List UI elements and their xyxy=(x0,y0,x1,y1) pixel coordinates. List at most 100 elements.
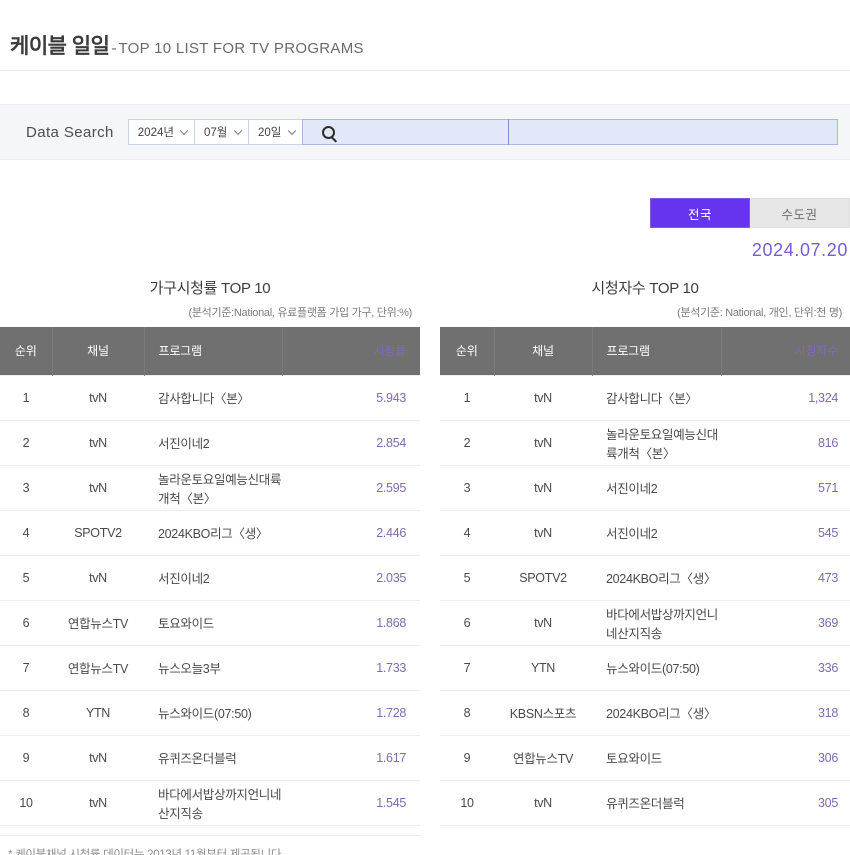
year-select-value: 2024년 xyxy=(137,127,174,139)
table-row[interactable]: 2 tvN 서진이네2 2.854 xyxy=(0,420,420,466)
table-row[interactable]: 1 tvN 감사합니다〈본〉 5.943 xyxy=(0,374,420,421)
table-row[interactable]: 6 연합뉴스TV 토요와이드 1.868 xyxy=(0,600,420,646)
cell-value: 1.733 xyxy=(282,645,420,691)
table-row[interactable]: 4 tvN 서진이네2 545 xyxy=(440,510,850,556)
column-header-value: 시청자수 xyxy=(721,327,850,375)
tab-metropolitan-label: 수도권 xyxy=(781,207,818,222)
cell-value: 816 xyxy=(721,420,850,466)
cell-channel: tvN xyxy=(52,555,144,601)
cell-value: 1.617 xyxy=(282,735,420,781)
data-search-panel: Data Search 2024년 07월 20일 xyxy=(0,104,850,160)
table-row[interactable]: 10 tvN 바다에서밥상까지언니네산지직송 1.545 xyxy=(0,780,420,826)
cell-program: 2024KBO리그〈생〉 xyxy=(592,690,721,736)
table-row[interactable]: 5 SPOTV2 2024KBO리그〈생〉 473 xyxy=(440,555,850,601)
cell-channel: tvN xyxy=(52,374,144,421)
tab-metropolitan[interactable]: 수도권 xyxy=(750,198,850,228)
cell-channel: 연합뉴스TV xyxy=(52,600,144,646)
cell-channel: KBSN스포츠 xyxy=(494,690,592,736)
cell-program: 뉴스오늘3부 xyxy=(144,645,282,691)
table-row[interactable]: 7 연합뉴스TV 뉴스오늘3부 1.733 xyxy=(0,645,420,691)
search-controls: 2024년 07월 20일 xyxy=(127,119,838,145)
table-header-row: 순위 채널 프로그램 시청률 xyxy=(0,327,420,375)
table-row[interactable]: 1 tvN 감사합니다〈본〉 1,324 xyxy=(440,374,850,421)
search-button[interactable] xyxy=(303,125,355,139)
cell-value: 336 xyxy=(721,645,850,691)
table-row[interactable]: 8 YTN 뉴스와이드(07:50) 1.728 xyxy=(0,690,420,736)
ranking-tables: 가구시청률 TOP 10 (분석기준:National, 유료플랫폼 가입 가구… xyxy=(0,277,850,855)
cell-rank: 2 xyxy=(0,420,52,466)
cell-channel: SPOTV2 xyxy=(52,510,144,556)
table-row[interactable]: 9 tvN 유퀴즈온더블럭 1.617 xyxy=(0,735,420,781)
month-select[interactable]: 07월 xyxy=(193,119,248,145)
cell-program: 2024KBO리그〈생〉 xyxy=(144,510,282,556)
cell-value: 1.728 xyxy=(282,690,420,736)
table-header-row: 순위 채널 프로그램 시청자수 xyxy=(440,327,850,375)
cell-program: 뉴스와이드(07:50) xyxy=(592,645,721,691)
selected-date: 2024.07.20 xyxy=(751,240,848,260)
table-row[interactable]: 8 KBSN스포츠 2024KBO리그〈생〉 318 xyxy=(440,690,850,736)
cell-value: 1.545 xyxy=(282,780,420,826)
cell-channel: YTN xyxy=(52,690,144,736)
footnote: * 케이블채널 시청률 데이터는 2013년 11월부터 제공됩니다. xyxy=(0,834,420,855)
search-field[interactable] xyxy=(301,119,838,145)
table-row[interactable]: 3 tvN 서진이네2 571 xyxy=(440,465,850,511)
cell-program: 2024KBO리그〈생〉 xyxy=(592,555,721,601)
cell-program: 토요와이드 xyxy=(144,600,282,646)
column-header-program: 프로그램 xyxy=(144,327,283,375)
region-tabs: 전국 수도권 xyxy=(0,198,850,228)
month-select-value: 07월 xyxy=(203,127,228,139)
cell-rank: 8 xyxy=(0,690,52,736)
cell-channel: tvN xyxy=(494,510,592,556)
household-rating-title: 가구시청률 TOP 10 xyxy=(149,280,271,297)
cell-channel: tvN xyxy=(52,465,144,511)
table-row[interactable]: 7 YTN 뉴스와이드(07:50) 336 xyxy=(440,645,850,691)
cell-program: 놀라운토요일예능신대륙개척〈본〉 xyxy=(592,420,721,466)
table-row[interactable]: 2 tvN 놀라운토요일예능신대륙개척〈본〉 816 xyxy=(440,420,850,466)
table-row[interactable]: 6 tvN 바다에서밥상까지언니네산지직송 369 xyxy=(440,600,850,646)
viewers-title: 시청자수 TOP 10 xyxy=(591,280,699,297)
table-row[interactable]: 5 tvN 서진이네2 2.035 xyxy=(0,555,420,601)
cell-rank: 5 xyxy=(0,555,52,601)
cell-program: 토요와이드 xyxy=(592,735,721,781)
cell-rank: 3 xyxy=(440,465,494,511)
column-header-rank: 순위 xyxy=(0,327,53,375)
cell-rank: 8 xyxy=(440,690,494,736)
cell-channel: tvN xyxy=(494,420,592,466)
viewers-table-block: 시청자수 TOP 10 (분석기준: National, 개인, 단위:천 명)… xyxy=(440,277,850,855)
cell-channel: tvN xyxy=(494,465,592,511)
household-rating-table-block: 가구시청률 TOP 10 (분석기준:National, 유료플랫폼 가입 가구… xyxy=(0,277,420,855)
page-title-en: TOP 10 LIST FOR TV PROGRAMS xyxy=(118,40,364,57)
chevron-down-icon xyxy=(287,126,297,136)
day-select[interactable]: 20일 xyxy=(247,119,302,145)
household-rating-subtitle: (분석기준:National, 유료플랫폼 가입 가구, 단위:%) xyxy=(188,307,412,319)
column-header-channel: 채널 xyxy=(52,327,145,375)
cell-value: 473 xyxy=(721,555,850,601)
cell-rank: 9 xyxy=(440,735,494,781)
cell-rank: 1 xyxy=(440,374,494,421)
page-title-ko: 케이블 일일 xyxy=(10,35,110,58)
cell-rank: 4 xyxy=(440,510,494,556)
tab-nationwide[interactable]: 전국 xyxy=(650,198,750,228)
cell-value: 2.854 xyxy=(282,420,420,466)
column-header-program: 프로그램 xyxy=(592,327,722,375)
cell-rank: 9 xyxy=(0,735,52,781)
cell-value: 571 xyxy=(721,465,850,511)
table-row[interactable]: 4 SPOTV2 2024KBO리그〈생〉 2.446 xyxy=(0,510,420,556)
column-header-rank: 순위 xyxy=(440,327,495,375)
table-row[interactable]: 3 tvN 놀라운토요일예능신대륙개척〈본〉 2.595 xyxy=(0,465,420,511)
cell-rank: 6 xyxy=(0,600,52,646)
chevron-down-icon xyxy=(233,126,243,136)
viewers-body: 1 tvN 감사합니다〈본〉 1,324 2 tvN 놀라운토요일예능신대륙개척〈본〉 81… xyxy=(440,374,850,826)
cell-program: 유퀴즈온더블럭 xyxy=(144,735,282,781)
cell-value: 306 xyxy=(721,735,850,781)
cell-channel: tvN xyxy=(52,780,144,826)
cell-value: 2.446 xyxy=(282,510,420,556)
cell-value: 2.035 xyxy=(282,555,420,601)
cell-value: 1.868 xyxy=(282,600,420,646)
year-select[interactable]: 2024년 xyxy=(127,119,194,145)
table-row[interactable]: 9 연합뉴스TV 토요와이드 306 xyxy=(440,735,850,781)
viewers-subtitle: (분석기준: National, 개인, 단위:천 명) xyxy=(677,307,842,319)
cell-value: 2.595 xyxy=(282,465,420,511)
table-row[interactable]: 10 tvN 유퀴즈온더블럭 305 xyxy=(440,780,850,826)
cell-channel: SPOTV2 xyxy=(494,555,592,601)
